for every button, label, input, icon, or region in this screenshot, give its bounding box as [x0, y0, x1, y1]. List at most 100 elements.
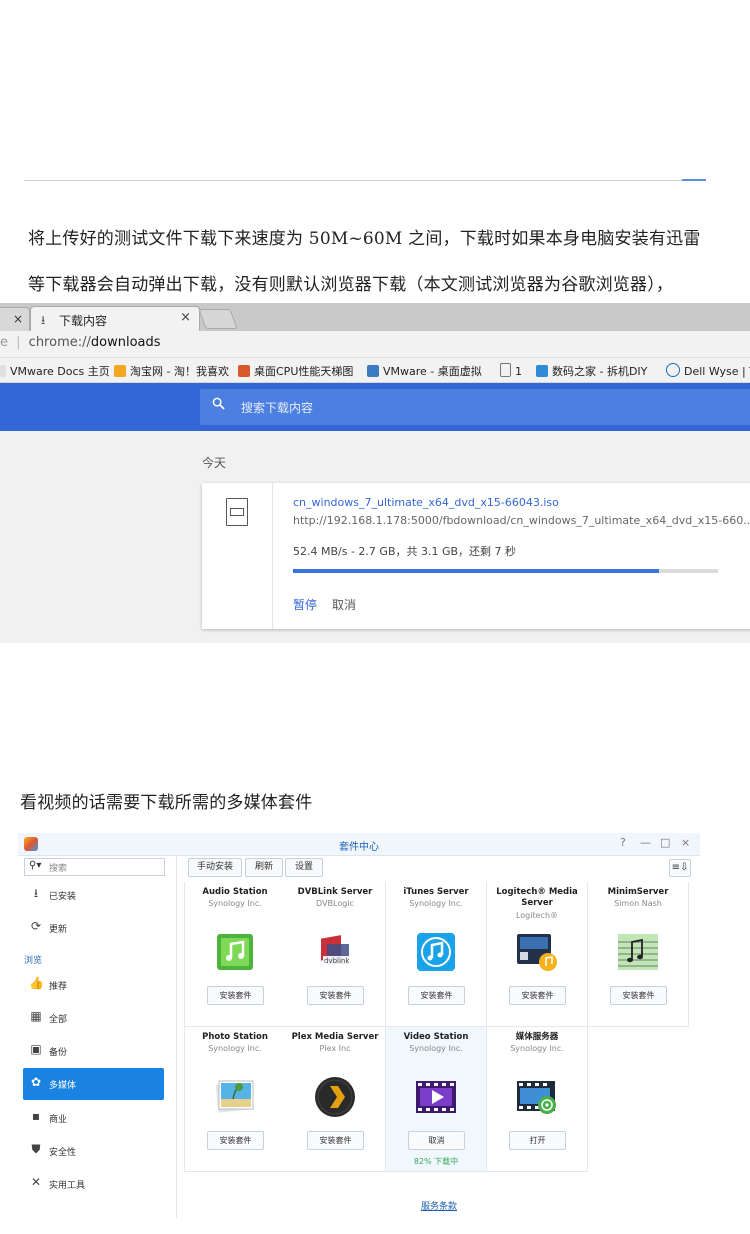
sidebar-item-business[interactable]: ▪ 商业: [23, 1102, 164, 1132]
search-icon: [212, 397, 225, 410]
download-filename-link[interactable]: cn_windows_7_ultimate_x64_dvd_x15-66043.…: [293, 496, 559, 509]
install-button[interactable]: 安装套件: [307, 1131, 364, 1150]
bookmark-item[interactable]: VMware Docs 主页: [0, 363, 110, 379]
bookmark-item[interactable]: 数码之家 - 拆机DIY: [536, 363, 647, 379]
search-downloads-input[interactable]: 搜索下载内容: [200, 389, 750, 425]
package-name: Audio Station: [202, 887, 268, 897]
sidebar-item-installed[interactable]: ⭳ 已安装: [23, 879, 164, 909]
plex-icon: [315, 1077, 355, 1117]
divider-accent: [682, 179, 706, 181]
install-button[interactable]: 安装套件: [207, 1131, 264, 1150]
package-name: Logitech® Media Server: [496, 887, 578, 908]
page-icon: [500, 363, 511, 377]
chrome-downloads-screenshot: × ⭳ 下载内容 × e | chrome://downloads VMware…: [0, 303, 750, 643]
package-name: iTunes Server: [403, 887, 469, 897]
download-progress-bar: [293, 569, 718, 573]
file-icon: [226, 498, 248, 526]
install-button[interactable]: 安装套件: [408, 986, 465, 1005]
package-center-sidebar: ⚲▾ 搜索 ⭳ 已安装 ⟳ 更新 浏览 👍 推荐 ▦ 全部 ▣ 备份 ✿ 多媒体 ▪ 商业 ⛊…: [18, 856, 177, 1218]
sidebar-item-backup[interactable]: ▣ 备份: [23, 1035, 164, 1065]
tools-icon: ✕: [30, 1175, 42, 1189]
tab-downloads[interactable]: ⭳ 下载内容 ×: [30, 306, 200, 332]
briefcase-icon: ▪: [31, 1109, 41, 1123]
refresh-button[interactable]: 刷新: [245, 858, 283, 877]
bookmark-item[interactable]: VMware - 桌面虚拟: [367, 363, 482, 379]
downloads-header: 搜索下载内容: [0, 383, 750, 431]
package-card[interactable]: iTunes Server Synology Inc. 安装套件: [386, 882, 487, 1027]
address-path: downloads: [90, 335, 161, 350]
sidebar-item-multimedia[interactable]: ✿ 多媒体: [23, 1068, 164, 1100]
settings-button[interactable]: 设置: [285, 858, 323, 877]
bookmark-item[interactable]: 1: [500, 363, 522, 378]
bookmark-icon: [536, 365, 548, 377]
install-button[interactable]: 安装套件: [307, 986, 364, 1005]
tab-close-icon[interactable]: ×: [180, 310, 191, 325]
package-vendor: Synology Inc.: [208, 899, 262, 908]
help-icon[interactable]: ?: [620, 836, 626, 849]
dell-icon: [666, 363, 680, 377]
tab-close-icon[interactable]: ×: [13, 312, 23, 326]
bookmark-icon: [114, 365, 126, 377]
bookmark-icon: [367, 365, 379, 377]
tab-bar: × ⭳ 下载内容 ×: [0, 303, 750, 332]
search-icon: ⚲▾: [29, 860, 42, 871]
install-button[interactable]: 安装套件: [610, 986, 667, 1005]
package-card[interactable]: 媒体服务器 Synology Inc. 打开: [487, 1027, 588, 1172]
previous-tab[interactable]: ×: [0, 307, 30, 332]
thumbs-up-icon: 👍: [29, 976, 44, 990]
bookmark-item[interactable]: Dell Wyse | T: [666, 363, 750, 378]
date-group-label: 今天: [202, 456, 227, 470]
package-card[interactable]: Audio Station Synology Inc. 安装套件: [184, 882, 286, 1027]
package-card[interactable]: Logitech® Media Server Logitech® 安装套件: [487, 882, 588, 1027]
bookmark-icon: [238, 365, 250, 377]
cancel-button[interactable]: 取消: [408, 1131, 465, 1150]
package-search-input[interactable]: ⚲▾ 搜索: [24, 858, 165, 876]
download-status-text: 52.4 MB/s - 2.7 GB，共 3.1 GB，还剩 7 秒: [293, 545, 517, 558]
package-card[interactable]: Video Station Synology Inc. 取消 82% 下载中: [386, 1027, 487, 1172]
close-icon[interactable]: ×: [681, 836, 690, 849]
package-grid: Audio Station Synology Inc. 安装套件 DVBLink…: [184, 882, 689, 1172]
new-tab-button[interactable]: [198, 309, 238, 329]
install-button[interactable]: 安装套件: [509, 986, 566, 1005]
film-reel-icon: ✿: [30, 1075, 42, 1089]
address-bar[interactable]: e | chrome://downloads: [0, 331, 750, 358]
download-icon: ⭳: [41, 313, 46, 327]
sidebar-item-updates[interactable]: ⟳ 更新: [23, 912, 164, 942]
paragraph-line: 看视频的话需要下载所需的多媒体套件: [20, 793, 313, 813]
shield-icon: ⛊: [31, 1142, 41, 1156]
package-vendor: DVBLogic: [316, 899, 354, 908]
download-icon: ⭳: [33, 886, 39, 900]
package-card[interactable]: Photo Station Synology Inc. 安装套件: [184, 1027, 286, 1172]
pause-button[interactable]: 暂停: [293, 596, 317, 613]
download-progress-fill: [293, 569, 660, 573]
package-card[interactable]: MinimServer Simon Nash 安装套件: [588, 882, 689, 1027]
paragraph-line: 等下载器会自动弹出下载，没有则默认浏览器下载（本文测试浏览器为谷歌浏览器），: [28, 275, 674, 295]
bookmark-item[interactable]: 淘宝网 - 淘！我喜欢: [114, 363, 229, 379]
package-name: 媒体服务器: [515, 1032, 559, 1042]
sidebar-item-security[interactable]: ⛊ 安全性: [23, 1135, 164, 1165]
sidebar-item-all[interactable]: ▦ 全部: [23, 1002, 164, 1032]
manual-install-button[interactable]: 手动安装: [188, 858, 242, 877]
video-station-icon: [416, 1081, 456, 1113]
terms-of-service-link[interactable]: 服务条款: [421, 1199, 457, 1212]
address-text[interactable]: e | chrome://downloads: [0, 335, 161, 350]
package-card[interactable]: Plex Media Server Plex Inc 安装套件: [285, 1027, 386, 1172]
cancel-button[interactable]: 取消: [332, 596, 356, 613]
bookmark-icon: [0, 365, 6, 377]
sidebar-item-recommended[interactable]: 👍 推荐: [23, 969, 164, 999]
logitech-media-icon: [517, 934, 557, 971]
maximize-icon[interactable]: □: [660, 836, 670, 849]
sort-button[interactable]: ≡⇩: [669, 859, 691, 877]
minimize-icon[interactable]: —: [640, 836, 651, 849]
package-vendor: Synology Inc.: [409, 899, 463, 908]
minimserver-icon: [618, 934, 658, 970]
bookmark-item[interactable]: 桌面CPU性能天梯图: [238, 363, 353, 379]
open-button[interactable]: 打开: [509, 1131, 566, 1150]
sidebar-item-utilities[interactable]: ✕ 实用工具: [23, 1168, 164, 1198]
search-placeholder: 搜索下载内容: [241, 401, 314, 415]
install-button[interactable]: 安装套件: [207, 986, 264, 1005]
media-server-icon: [517, 1081, 556, 1114]
package-card[interactable]: DVBLink Server DVBLogic dvblink 安装套件: [285, 882, 386, 1027]
search-placeholder: 搜索: [49, 864, 68, 874]
grid-icon: ▦: [30, 1009, 42, 1023]
